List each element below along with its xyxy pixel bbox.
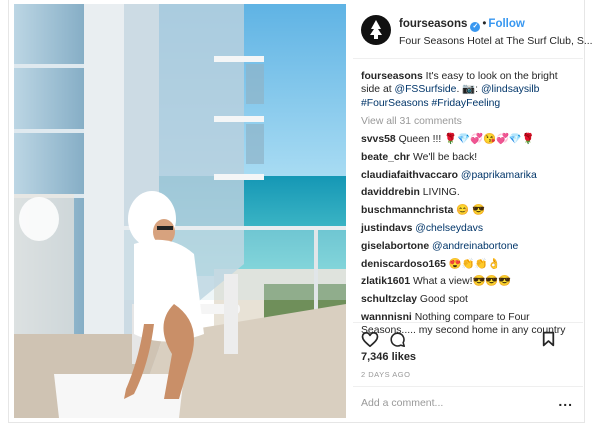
- comment-username[interactable]: schultzclay: [361, 294, 417, 305]
- comment-mention[interactable]: @andreinabortone: [432, 241, 518, 252]
- comment-username[interactable]: claudiafaithvaccaro: [361, 170, 458, 181]
- comment-item: daviddrebin LIVING.: [361, 186, 579, 199]
- caption: fourseasons It's easy to look on the bri…: [361, 70, 579, 110]
- beach-hotel-photo: [14, 4, 346, 418]
- follow-button[interactable]: Follow: [488, 18, 524, 30]
- post-header: fourseasons ✓ • Follow Four Seasons Hotel a…: [353, 4, 592, 59]
- post-actions: 7,346 likes 2 DAYS AGO Add a comment... …: [353, 322, 583, 419]
- header-username-row: fourseasons ✓ • Follow: [399, 18, 525, 32]
- view-all-comments-link[interactable]: View all 31 comments: [361, 115, 579, 128]
- comment-text: Queen !!! 🌹💎💞😘💞💎🌹: [395, 134, 535, 146]
- username-link[interactable]: fourseasons: [399, 18, 467, 30]
- caption-text-2: . 📷:: [456, 84, 481, 96]
- post-photo[interactable]: [14, 4, 346, 418]
- verified-badge-icon: ✓: [470, 22, 481, 32]
- comment-mention[interactable]: @paprikamarika: [461, 170, 537, 181]
- add-comment-input[interactable]: Add a comment...: [361, 397, 443, 409]
- comment-username[interactable]: justindavs: [361, 223, 412, 234]
- comment-item: schultzclay Good spot: [361, 293, 579, 306]
- comment-text: Good spot: [417, 294, 468, 306]
- bookmark-icon[interactable]: [542, 331, 555, 347]
- comment-username[interactable]: zlatik1601: [361, 276, 410, 287]
- caption-username[interactable]: fourseasons: [361, 71, 423, 82]
- heart-icon[interactable]: [361, 331, 379, 348]
- comment-item: zlatik1601 What a view!😎😎😎: [361, 275, 579, 288]
- comment-item: svvs58 Queen !!! 🌹💎💞😘💞💎🌹: [361, 133, 579, 146]
- comment-text: We'll be back!: [410, 151, 478, 163]
- comment-item: justindavs @chelseydavs: [361, 222, 579, 235]
- comment-username[interactable]: daviddrebin: [361, 187, 420, 198]
- comments-list: fourseasons It's easy to look on the bri…: [361, 70, 579, 342]
- comment-icon[interactable]: [389, 331, 406, 348]
- separator-dot: •: [482, 18, 487, 30]
- avatar[interactable]: [361, 15, 391, 45]
- comment-text: What a view!😎😎😎: [410, 276, 512, 288]
- comment-text: 😊 😎: [453, 205, 486, 217]
- comment-item: claudiafaithvaccaro @paprikamarika: [361, 169, 579, 182]
- more-options-button[interactable]: ...: [558, 393, 573, 409]
- tree-logo-icon: [370, 20, 382, 39]
- comment-mention[interactable]: @chelseydavs: [415, 223, 483, 234]
- comment-username[interactable]: svvs58: [361, 134, 396, 145]
- post-sidebar: fourseasons ✓ • Follow Four Seasons Hotel a…: [353, 4, 592, 419]
- location-link[interactable]: Four Seasons Hotel at The Surf Club, S..…: [399, 35, 592, 47]
- caption-hashtag-1[interactable]: #FourSeasons: [361, 98, 429, 109]
- caption-mention-2[interactable]: @lindsaysilb: [481, 84, 539, 95]
- comment-username[interactable]: buschmannchrista: [361, 205, 453, 216]
- add-comment-bar: Add a comment... ...: [353, 386, 583, 420]
- comment-item: giselabortone @andreinabortone: [361, 240, 579, 253]
- comment-text: 😍👏👏👌: [445, 258, 501, 270]
- likes-count[interactable]: 7,346 likes: [361, 351, 416, 363]
- comment-item: deniscardoso165 😍👏👏👌: [361, 258, 579, 271]
- comment-item: beate_chr We'll be back!: [361, 151, 579, 164]
- caption-mention-1[interactable]: @FSSurfside: [395, 84, 457, 95]
- comment-username[interactable]: beate_chr: [361, 152, 410, 163]
- caption-hashtag-2[interactable]: #FridayFeeling: [431, 98, 500, 109]
- comment-item: buschmannchrista 😊 😎: [361, 204, 579, 217]
- comment-text: LIVING.: [419, 187, 460, 199]
- post-timestamp[interactable]: 2 DAYS AGO: [361, 370, 410, 379]
- comment-username[interactable]: giselabortone: [361, 241, 429, 252]
- comment-username[interactable]: deniscardoso165: [361, 259, 446, 270]
